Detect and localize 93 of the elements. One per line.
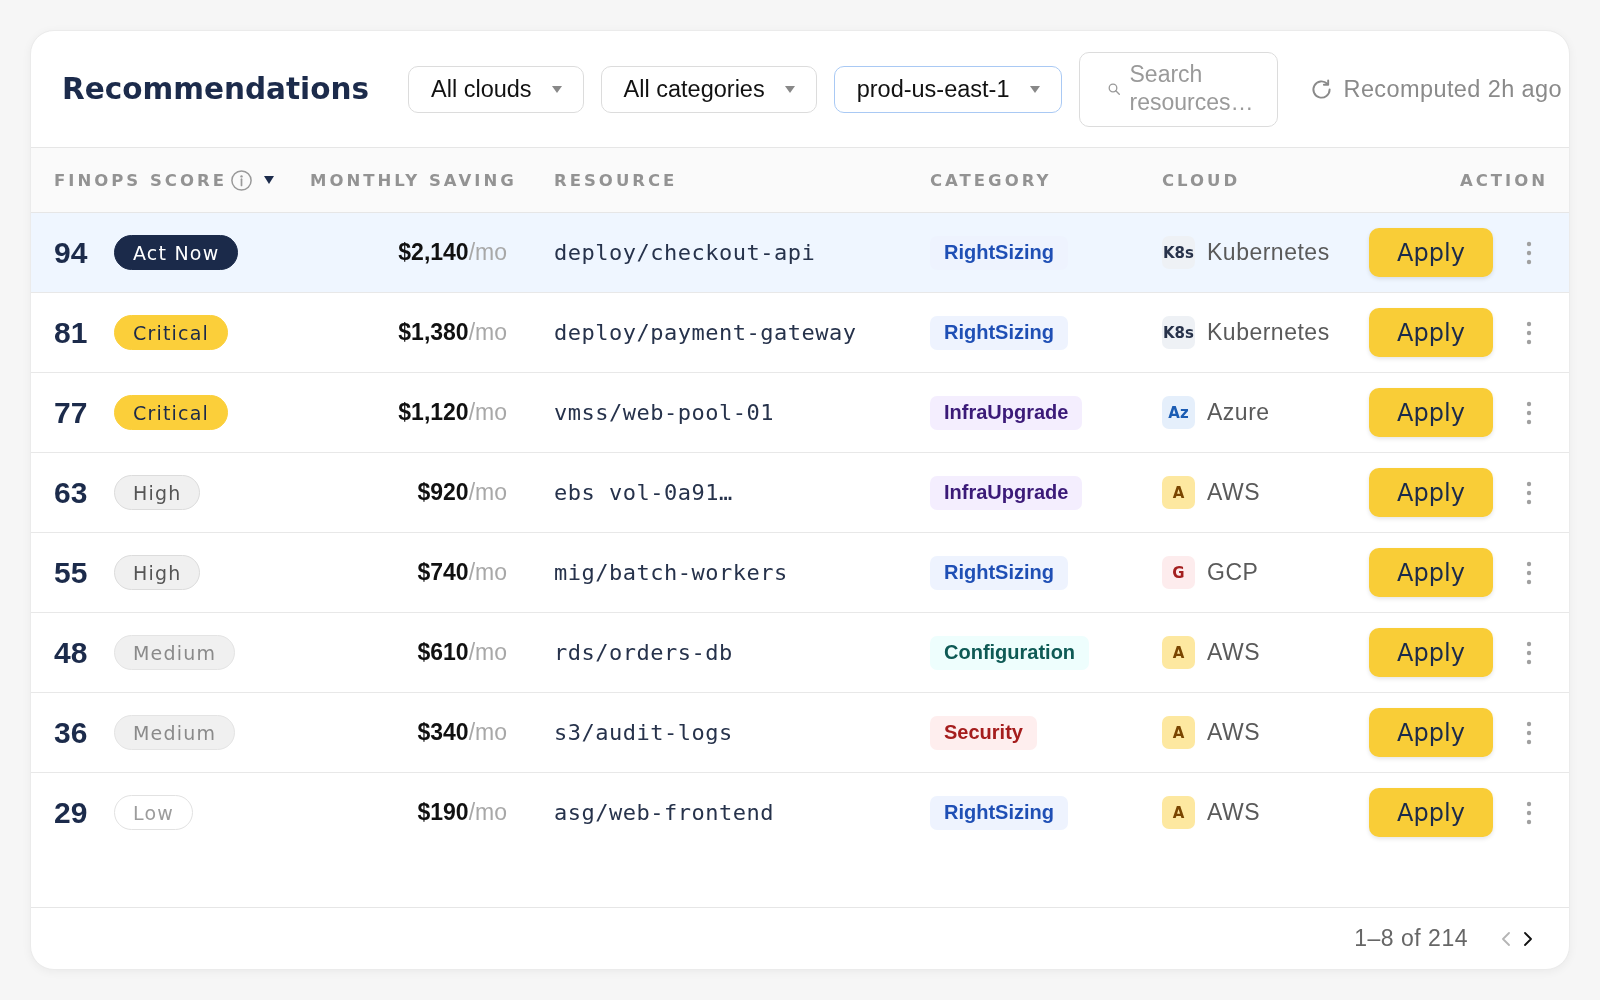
apply-button[interactable]: Apply <box>1369 548 1493 597</box>
cloud-name: AWS <box>1207 479 1261 506</box>
table-row[interactable]: 36 Medium $340/mo s3/audit-logs Security A AWS Apply <box>31 693 1569 773</box>
resource-name: vmss/web-pool-01 <box>554 400 774 425</box>
priority-tag: Medium <box>114 635 236 670</box>
cloud-logo: A <box>1162 796 1195 829</box>
table-row[interactable]: 48 Medium $610/mo rds/orders-db Configuration A AWS Apply <box>31 613 1569 693</box>
info-icon[interactable] <box>230 169 252 191</box>
page-range: 1–8 of 214 <box>1354 925 1468 952</box>
category-tag: RightSizing <box>930 555 1068 590</box>
cloud-logo: A <box>1162 636 1195 669</box>
cloud-logo: K8s <box>1162 316 1195 349</box>
category-tag: Security <box>930 715 1037 750</box>
priority-tag: Act Now <box>114 235 239 270</box>
apply-button[interactable]: Apply <box>1369 708 1493 757</box>
column-header: CATEGORY <box>930 170 1052 190</box>
finops-score: 48 <box>54 635 89 670</box>
table-row[interactable]: 77 Critical $1,120/mo vmss/web-pool-01 InfraUpgrade Az Azure Apply <box>31 373 1569 453</box>
apply-button[interactable]: Apply <box>1369 788 1493 837</box>
cloud-logo: A <box>1162 716 1195 749</box>
more-options-icon[interactable] <box>1526 320 1532 345</box>
filter-dropdown[interactable]: prod-us-east-1 <box>833 65 1062 113</box>
priority-tag: Critical <box>114 315 229 350</box>
category-tag: InfraUpgrade <box>930 395 1083 430</box>
more-options-icon[interactable] <box>1526 480 1532 505</box>
caret-down-icon <box>551 85 562 93</box>
more-options-icon[interactable] <box>1526 720 1532 745</box>
cloud-name: Kubernetes <box>1207 239 1330 266</box>
filter-dropdown[interactable]: All clouds <box>408 65 584 113</box>
finops-score: 94 <box>54 235 89 270</box>
refresh-icon[interactable] <box>1310 78 1332 100</box>
priority-tag: High <box>114 555 201 590</box>
caret-down-icon <box>1029 85 1040 93</box>
table-row[interactable]: 29 Low $190/mo asg/web-frontend RightSizing A AWS Apply <box>31 773 1569 852</box>
resource-name: mig/batch-workers <box>554 560 788 585</box>
resource-name: deploy/payment-gateway <box>554 320 857 345</box>
more-options-icon[interactable] <box>1526 560 1532 585</box>
search-icon <box>1107 83 1120 95</box>
apply-button[interactable]: Apply <box>1369 388 1493 437</box>
cloud-name: Azure <box>1207 399 1270 426</box>
apply-button[interactable]: Apply <box>1369 228 1493 277</box>
more-options-icon[interactable] <box>1526 240 1532 265</box>
table-row[interactable]: 63 High $920/mo ebs vol-0a91… InfraUpgrade A AWS Apply <box>31 453 1569 533</box>
table-row[interactable]: 94 Act Now $2,140/mo deploy/checkout-api RightSizing K8s Kubernetes Apply <box>31 213 1569 293</box>
category-tag: RightSizing <box>930 315 1068 350</box>
category-tag: Configuration <box>930 635 1090 670</box>
finops-score: 77 <box>54 395 89 430</box>
chevron-right-icon <box>1524 931 1532 946</box>
apply-button[interactable]: Apply <box>1369 628 1493 677</box>
page-title: Recommendations <box>62 72 370 106</box>
more-options-icon[interactable] <box>1526 400 1532 425</box>
priority-tag: High <box>114 475 201 510</box>
filter-dropdown[interactable]: All categories <box>600 65 817 113</box>
finops-score: 29 <box>54 795 89 830</box>
priority-tag: Low <box>114 795 193 830</box>
cloud-name: GCP <box>1207 559 1259 586</box>
priority-tag: Medium <box>114 715 236 750</box>
column-header: MONTHLY SAVING <box>310 170 517 190</box>
finops-score: 81 <box>54 315 89 350</box>
more-options-icon[interactable] <box>1526 800 1532 825</box>
resource-name: asg/web-frontend <box>554 800 774 825</box>
table-row[interactable]: 81 Critical $1,380/mo deploy/payment-gateway RightSizing K8s Kubernetes Apply <box>31 293 1569 373</box>
caret-down-icon <box>784 85 795 93</box>
finops-score: 63 <box>54 475 89 510</box>
category-tag: InfraUpgrade <box>930 475 1083 510</box>
priority-tag: Critical <box>114 395 229 430</box>
next-page-button[interactable] <box>1524 931 1532 946</box>
cloud-logo: A <box>1162 476 1195 509</box>
chevron-left-icon <box>1502 931 1510 946</box>
apply-button[interactable]: Apply <box>1369 308 1493 357</box>
category-tag: RightSizing <box>930 795 1068 830</box>
finops-score: 55 <box>54 555 89 590</box>
recompute-status: Recomputed 2h ago <box>1343 75 1562 103</box>
resource-name: ebs vol-0a91… <box>554 480 733 505</box>
cloud-name: AWS <box>1207 719 1261 746</box>
resource-name: s3/audit-logs <box>554 720 733 745</box>
caret-down-icon[interactable] <box>263 176 274 184</box>
resource-name: rds/orders-db <box>554 640 733 665</box>
cloud-name: AWS <box>1207 639 1261 666</box>
column-header: CLOUD <box>1162 170 1241 190</box>
cloud-name: AWS <box>1207 799 1261 826</box>
cloud-logo: K8s <box>1162 236 1195 269</box>
column-header: RESOURCE <box>554 170 678 190</box>
search-field[interactable]: Search resources… <box>1078 51 1278 127</box>
apply-button[interactable]: Apply <box>1369 468 1493 517</box>
cloud-logo: Az <box>1162 396 1195 429</box>
cloud-name: Kubernetes <box>1207 319 1330 346</box>
more-options-icon[interactable] <box>1526 640 1532 665</box>
table-row[interactable]: 55 High $740/mo mig/batch-workers RightSizing G GCP Apply <box>31 533 1569 613</box>
resource-name: deploy/checkout-api <box>554 240 816 265</box>
cloud-logo: G <box>1162 556 1195 589</box>
column-header: ACTION <box>1459 170 1548 190</box>
finops-score: 36 <box>54 715 89 750</box>
